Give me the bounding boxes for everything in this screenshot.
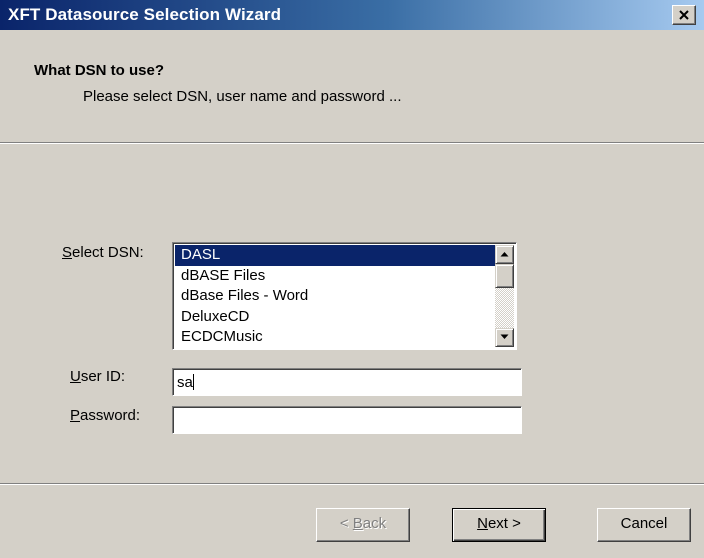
select-dsn-label: Select DSN: <box>62 244 144 261</box>
dsn-list-item[interactable]: dBASE Files <box>175 266 495 287</box>
user-id-input[interactable]: sa <box>172 368 522 396</box>
password-label-mnemonic: P <box>70 407 81 424</box>
footer-divider <box>0 483 704 485</box>
next-button-mnemonic: N <box>477 515 488 532</box>
page-title: What DSN to use? <box>34 62 164 79</box>
user-id-label-mnemonic: U <box>70 368 81 385</box>
wizard-window: XFT Datasource Selection Wizard What DSN… <box>0 0 704 558</box>
dsn-listbox[interactable]: DASL dBASE Files dBase Files - Word DeluxeC… <box>172 242 517 350</box>
text-caret <box>192 374 194 390</box>
next-button-label: ext > <box>487 515 521 532</box>
user-id-label-text: ser ID: <box>80 368 126 385</box>
dsn-list-items: DASL dBASE Files dBase Files - Word DeluxeC… <box>175 245 495 348</box>
scroll-up-button[interactable] <box>495 245 514 264</box>
close-icon <box>679 10 689 20</box>
page-subtitle: Please select DSN, user name and passwor… <box>83 88 402 105</box>
close-button[interactable] <box>672 5 696 25</box>
back-button-label: ack <box>362 515 387 532</box>
next-button[interactable]: Next > <box>452 508 546 542</box>
dsn-list-item[interactable]: ECDCMusic <box>175 327 495 348</box>
user-id-value: sa <box>177 374 193 391</box>
dsn-scrollbar[interactable] <box>495 245 514 347</box>
cancel-button[interactable]: Cancel <box>597 508 691 542</box>
dsn-list-item[interactable]: DeluxeCD <box>175 307 495 328</box>
cancel-button-label: Cancel <box>620 515 668 532</box>
dsn-list-item[interactable]: dBase Files - Word <box>175 286 495 307</box>
back-button-prefix: < <box>339 515 353 532</box>
scroll-thumb[interactable] <box>495 264 514 288</box>
password-label: Password: <box>70 407 140 424</box>
arrow-up-icon <box>500 252 509 257</box>
select-dsn-label-text: elect DSN: <box>72 244 144 261</box>
password-input[interactable] <box>172 406 522 434</box>
scroll-down-button[interactable] <box>495 328 514 347</box>
title-bar[interactable]: XFT Datasource Selection Wizard <box>0 0 704 30</box>
password-label-text: assword: <box>80 407 141 424</box>
user-id-label: User ID: <box>70 368 125 385</box>
back-button[interactable]: < Back <box>316 508 410 542</box>
back-button-mnemonic: B <box>352 515 363 532</box>
arrow-down-icon <box>500 334 509 339</box>
header-divider <box>0 142 704 144</box>
select-dsn-label-mnemonic: S <box>62 244 73 261</box>
dsn-list-item[interactable]: DASL <box>175 245 495 266</box>
wizard-header <box>0 30 704 130</box>
window-title: XFT Datasource Selection Wizard <box>8 5 282 24</box>
